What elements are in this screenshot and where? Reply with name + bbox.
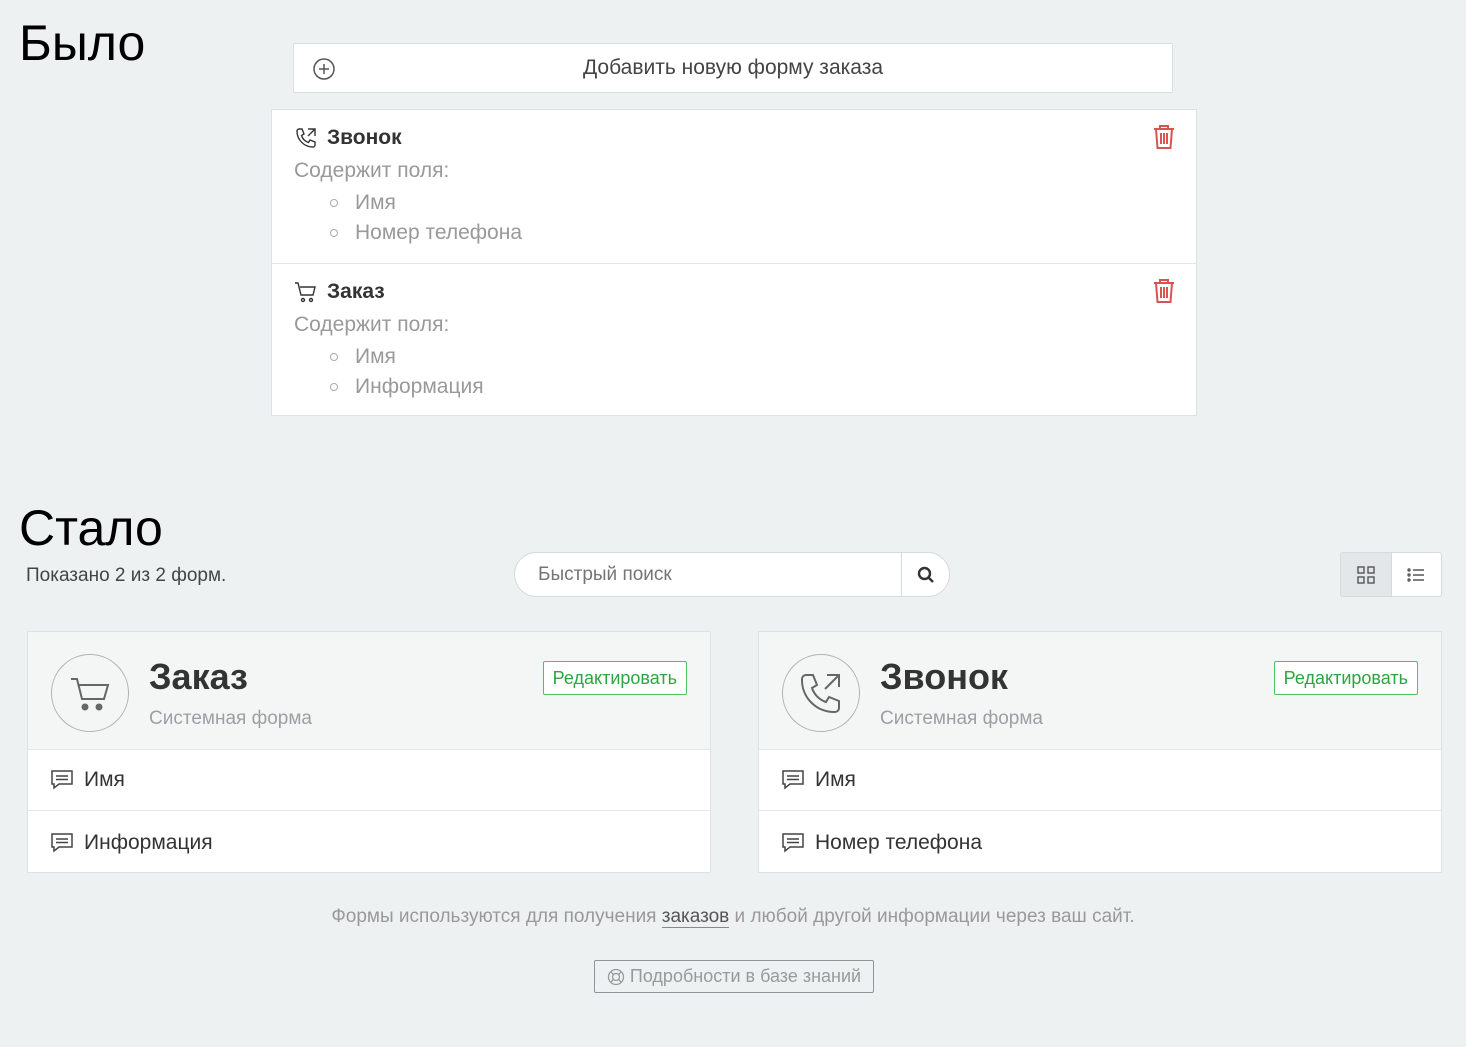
old-form-item-call[interactable]: Звонок Содержит поля: Имя Номер телефона bbox=[272, 110, 1196, 264]
card-field-row: Номер телефона bbox=[759, 812, 1441, 874]
footnote-suffix: и любой другой информации через ваш сайт… bbox=[729, 906, 1135, 927]
form-card-order: Заказ Системная форма Редактировать Имя … bbox=[27, 631, 711, 873]
old-form-name: Заказ bbox=[327, 280, 385, 303]
card-title: Заказ bbox=[149, 656, 248, 697]
comment-icon bbox=[51, 833, 73, 853]
phone-outgoing-icon bbox=[800, 674, 840, 714]
search-button[interactable] bbox=[901, 553, 949, 596]
card-subtitle: Системная форма bbox=[880, 708, 1043, 729]
knowledge-base-label: Подробности в базе знаний bbox=[629, 966, 862, 986]
trash-icon[interactable] bbox=[1152, 124, 1176, 150]
old-forms-list: Звонок Содержит поля: Имя Номер телефона… bbox=[271, 109, 1197, 416]
add-order-form-label: Добавить новую форму заказа bbox=[582, 56, 884, 79]
search-input[interactable] bbox=[515, 553, 903, 596]
orders-link[interactable]: заказов bbox=[661, 906, 730, 928]
cart-icon bbox=[71, 678, 110, 711]
comment-icon bbox=[782, 833, 804, 853]
quick-search bbox=[514, 552, 950, 597]
contains-fields-label: Содержит поля: bbox=[294, 159, 450, 182]
card-header: Звонок Системная форма Редактировать bbox=[759, 632, 1441, 750]
card-subtitle: Системная форма bbox=[149, 708, 312, 729]
forms-footnote: Формы используются для получения заказов… bbox=[0, 906, 1466, 928]
shown-count-text: Показано 2 из 2 форм. bbox=[26, 565, 227, 586]
comment-icon bbox=[782, 769, 804, 790]
field-name: Информация bbox=[84, 831, 213, 854]
list-icon bbox=[1407, 567, 1425, 582]
list-item: Имя bbox=[294, 188, 522, 218]
add-order-form-button[interactable]: Добавить новую форму заказа bbox=[293, 43, 1173, 93]
card-icon-circle bbox=[782, 654, 860, 732]
old-form-name: Звонок bbox=[327, 126, 402, 149]
list-item: Имя bbox=[294, 342, 484, 372]
old-form-fields: Имя Информация bbox=[294, 342, 484, 402]
footnote-prefix: Формы используются для получения bbox=[331, 906, 662, 927]
list-view-button[interactable] bbox=[1392, 553, 1442, 596]
view-toggle bbox=[1340, 552, 1442, 597]
search-icon bbox=[917, 566, 934, 583]
grid-view-button[interactable] bbox=[1341, 553, 1392, 596]
card-field-row: Имя bbox=[28, 749, 710, 811]
phone-icon bbox=[296, 128, 316, 148]
edit-button[interactable]: Редактировать bbox=[1273, 661, 1418, 695]
old-form-fields: Имя Номер телефона bbox=[294, 188, 522, 248]
card-title: Звонок bbox=[880, 656, 1008, 697]
knowledge-base-button[interactable]: Подробности в базе знаний bbox=[594, 960, 874, 993]
contains-fields-label: Содержит поля: bbox=[294, 313, 450, 336]
cart-icon bbox=[295, 282, 316, 303]
field-name: Имя bbox=[815, 767, 856, 791]
plus-circle-icon bbox=[313, 58, 335, 80]
card-icon-circle bbox=[51, 654, 129, 732]
card-field-row: Имя bbox=[759, 749, 1441, 811]
field-name: Номер телефона bbox=[815, 831, 983, 854]
card-field-row: Информация bbox=[28, 812, 710, 874]
before-heading: Было bbox=[19, 15, 146, 71]
old-form-item-order[interactable]: Заказ Содержит поля: Имя Информация bbox=[272, 264, 1196, 416]
field-name: Имя bbox=[84, 767, 125, 791]
lifebuoy-icon bbox=[607, 968, 625, 985]
trash-icon[interactable] bbox=[1152, 278, 1176, 304]
card-header: Заказ Системная форма Редактировать bbox=[28, 632, 710, 750]
after-heading: Стало bbox=[19, 500, 163, 556]
edit-button[interactable]: Редактировать bbox=[542, 661, 687, 695]
comment-icon bbox=[51, 769, 73, 790]
form-card-call: Звонок Системная форма Редактировать Имя… bbox=[758, 631, 1442, 873]
grid-icon bbox=[1357, 565, 1375, 584]
list-item: Номер телефона bbox=[294, 218, 522, 248]
list-item: Информация bbox=[294, 372, 484, 402]
